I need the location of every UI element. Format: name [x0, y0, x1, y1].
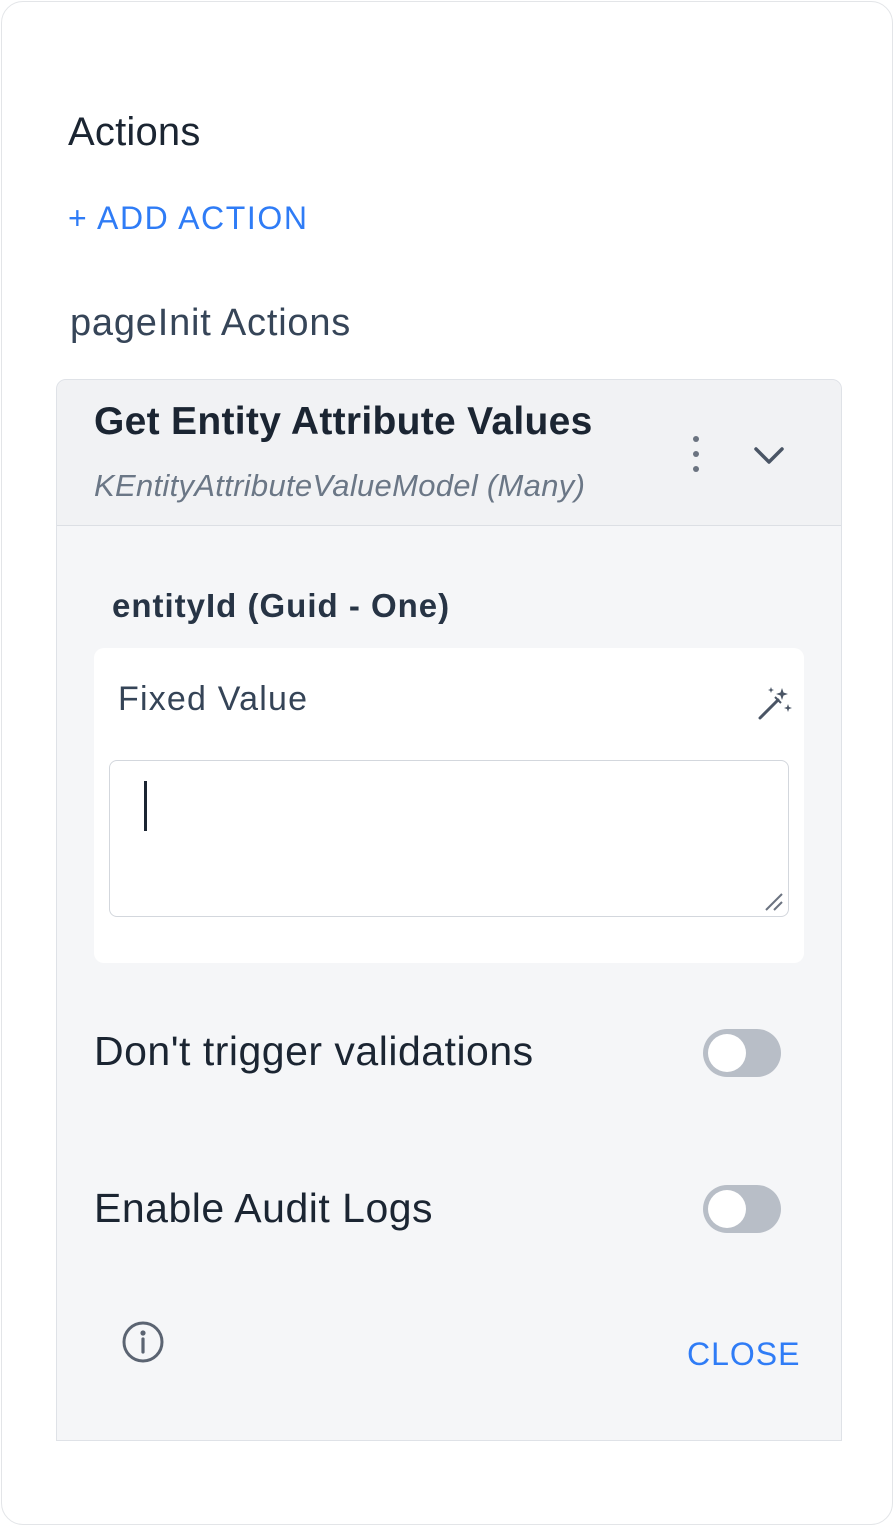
toggle-knob	[708, 1034, 746, 1072]
dont-trigger-validations-toggle[interactable]	[703, 1029, 781, 1077]
add-action-button[interactable]: + ADD ACTION	[68, 200, 309, 237]
value-type-label: Fixed Value	[118, 680, 309, 718]
close-button[interactable]: CLOSE	[687, 1336, 800, 1373]
kebab-menu-icon[interactable]	[683, 434, 707, 474]
dont-trigger-validations-label: Don't trigger validations	[94, 1028, 534, 1074]
action-title: Get Entity Attribute Values	[94, 400, 593, 443]
fixed-value-textarea[interactable]	[109, 760, 789, 917]
parameter-label: entityId (Guid - One)	[112, 587, 451, 624]
action-group-label: pageInit Actions	[70, 302, 352, 344]
section-title: Actions	[68, 110, 201, 154]
magic-wand-icon[interactable]	[754, 684, 794, 724]
parameter-value-box: Fixed Value	[94, 648, 804, 963]
action-model-subtitle: KEntityAttributeValueModel (Many)	[94, 468, 586, 503]
actions-panel: Actions + ADD ACTION pageInit Actions Ge…	[1, 1, 893, 1525]
text-caret	[144, 781, 147, 831]
toggle-knob	[708, 1190, 746, 1228]
resize-handle-icon[interactable]	[760, 888, 784, 912]
enable-audit-logs-label: Enable Audit Logs	[94, 1185, 434, 1231]
action-card: Get Entity Attribute Values KEntityAttri…	[56, 379, 842, 1441]
enable-audit-logs-toggle[interactable]	[703, 1185, 781, 1233]
action-card-header[interactable]: Get Entity Attribute Values KEntityAttri…	[57, 380, 841, 526]
info-icon[interactable]	[121, 1320, 165, 1364]
chevron-down-icon[interactable]	[747, 436, 791, 472]
